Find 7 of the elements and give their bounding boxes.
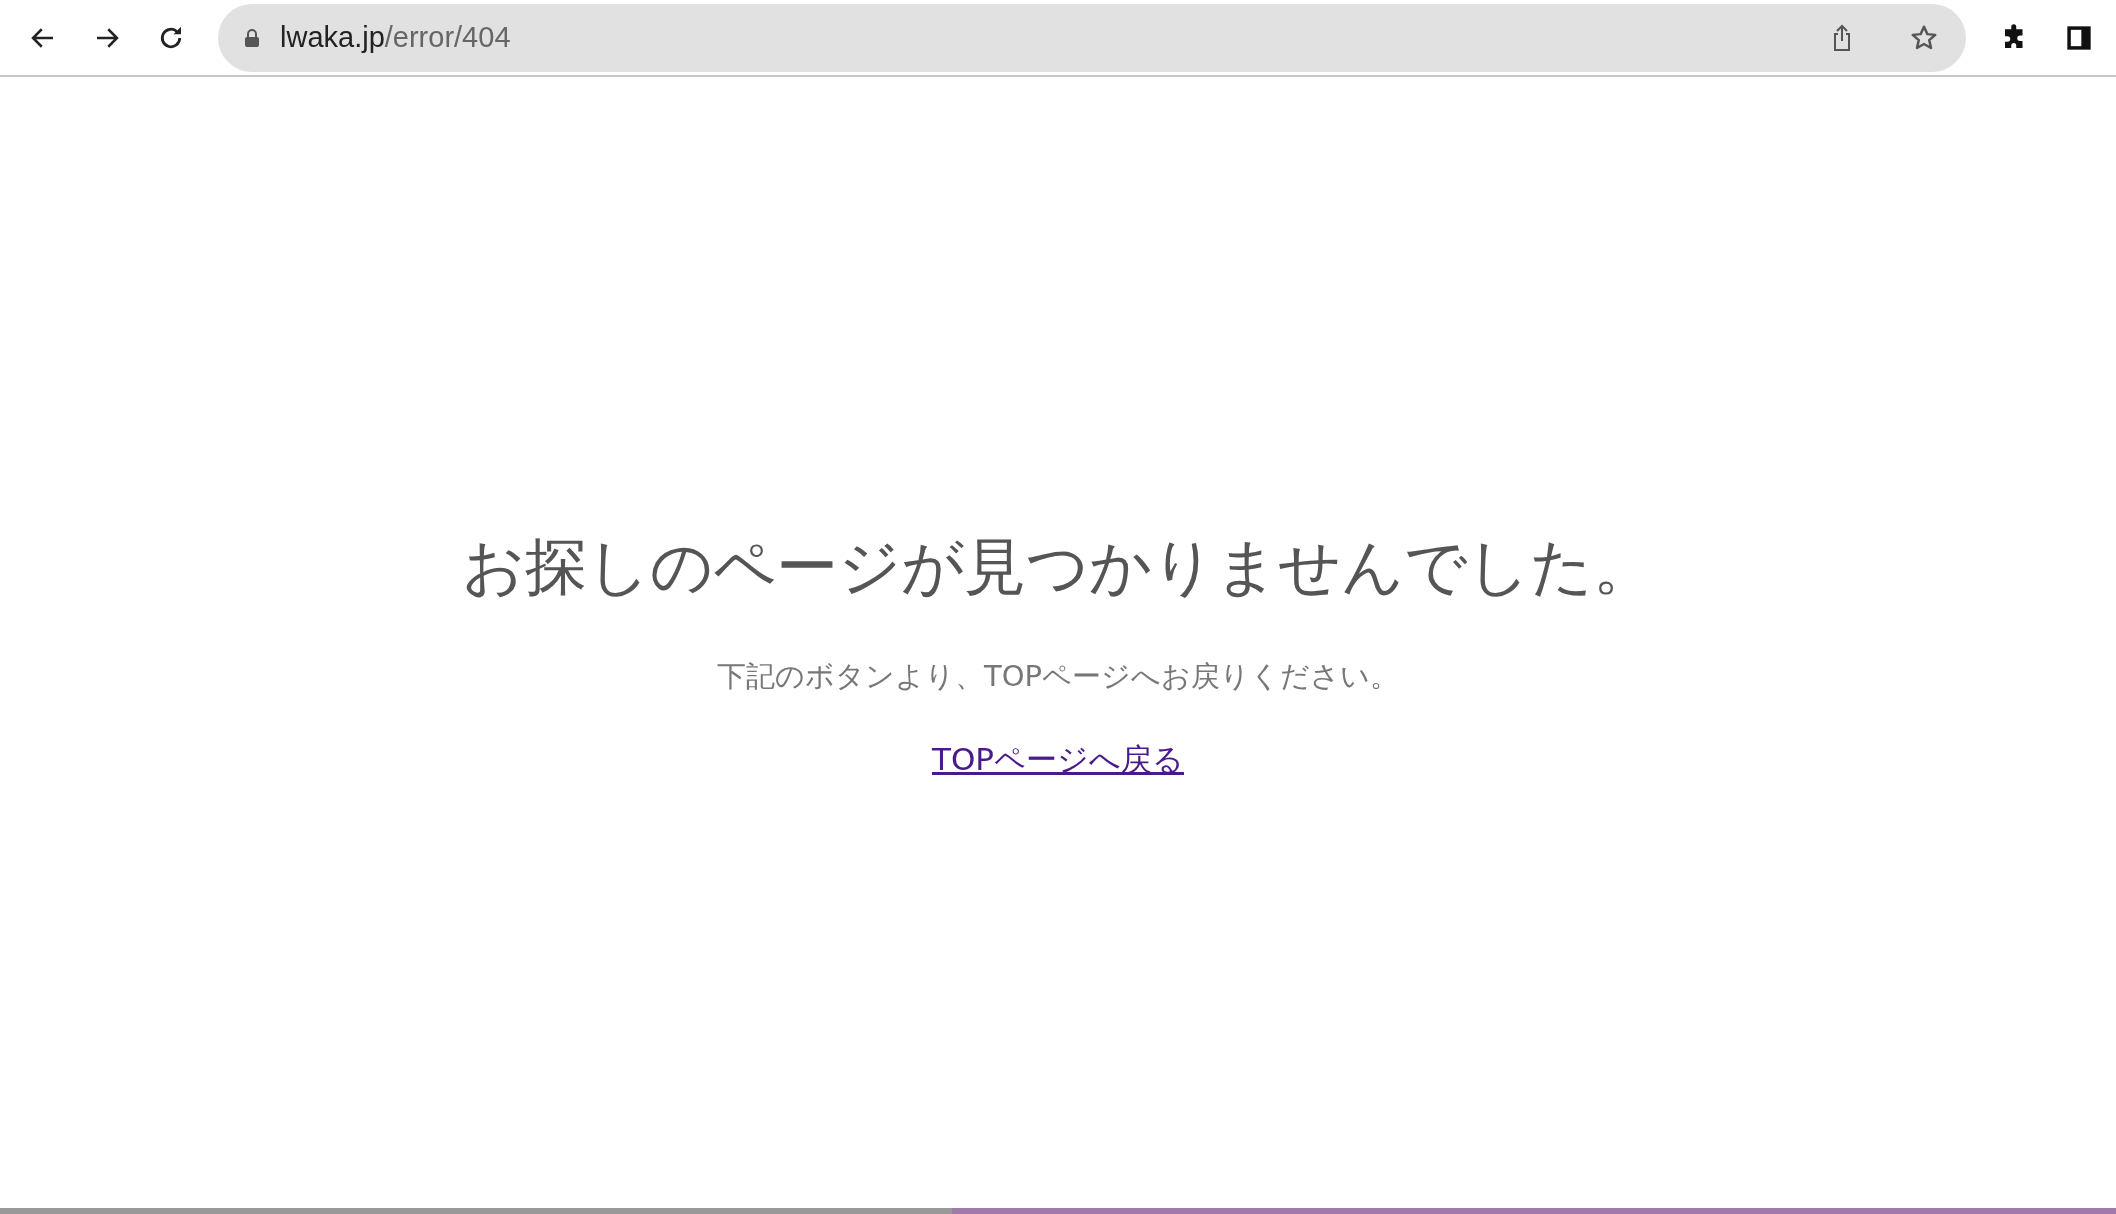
page-heading: お探しのページが見つかりませんでした。	[461, 529, 1655, 605]
lock-icon	[244, 27, 260, 48]
side-panel-icon	[2065, 23, 2093, 52]
top-page-link[interactable]: TOPページへ戻る	[932, 739, 1184, 781]
url-text: lwaka.jp/error/404	[280, 21, 511, 54]
address-bar[interactable]: lwaka.jp/error/404	[218, 3, 1966, 72]
instruction-text: 下記のボタンより、TOPページへお戻りください。	[717, 658, 1399, 695]
